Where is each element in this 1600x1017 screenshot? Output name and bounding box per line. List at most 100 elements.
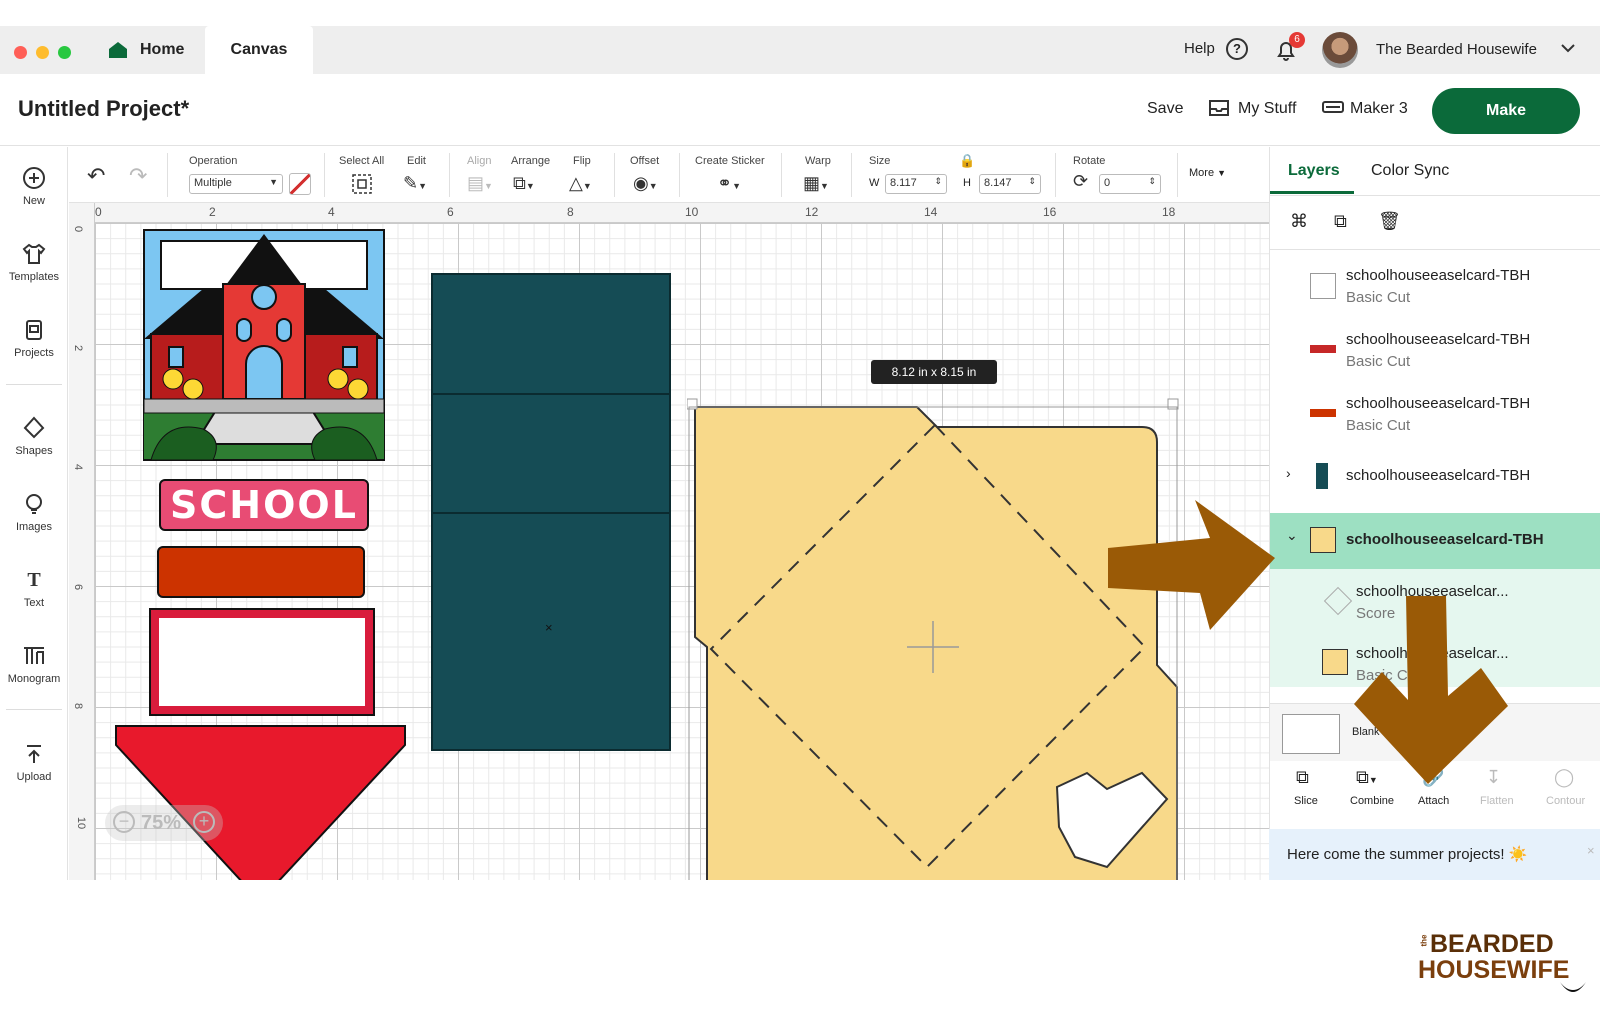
zoom-in-icon[interactable]: +: [193, 811, 215, 833]
plus-circle-icon: [21, 165, 47, 191]
my-stuff-button[interactable]: My Stuff: [1238, 100, 1296, 118]
ruler-tick-label: 6: [447, 205, 454, 219]
tab-layers[interactable]: Layers: [1288, 162, 1340, 180]
layer-operation: Basic Cut: [1346, 289, 1411, 306]
more-button[interactable]: More ▼: [1189, 167, 1226, 179]
close-window-icon[interactable]: [14, 46, 27, 59]
redo-icon[interactable]: ↷: [129, 163, 147, 189]
select-all-label: Select All: [339, 155, 385, 167]
select-all-icon[interactable]: [351, 173, 373, 200]
rotate-input[interactable]: 0 ⇕: [1099, 174, 1161, 194]
design-canvas[interactable]: 0 2 4 6 8 10 12 14 16 18 0 2 4 6 8 10 SC…: [69, 203, 1269, 880]
contour-icon[interactable]: ◯: [1554, 767, 1574, 788]
sidebar-item-images[interactable]: Images: [0, 491, 68, 533]
stepper-icon[interactable]: ⇕: [934, 176, 942, 187]
duplicate-icon[interactable]: ⧉: [1334, 211, 1347, 232]
zoom-out-icon[interactable]: −: [113, 811, 135, 833]
height-input[interactable]: 8.147 ⇕: [979, 174, 1041, 194]
projects-icon: [21, 317, 47, 343]
zoom-level: 75%: [141, 812, 182, 834]
tab-canvas[interactable]: Canvas: [205, 26, 313, 74]
combine-button[interactable]: Combine: [1350, 795, 1394, 807]
attach-button[interactable]: Attach: [1418, 795, 1449, 807]
layer-name: schoolhouseeaselcard-TBH: [1346, 467, 1531, 484]
avatar[interactable]: [1322, 32, 1358, 68]
layer-thumbnail: [1310, 409, 1336, 417]
align-icon[interactable]: ▤▼: [467, 173, 493, 194]
sidebar-item-upload[interactable]: Upload: [0, 741, 68, 783]
width-input[interactable]: 8.117 ⇕: [885, 174, 947, 194]
teal-card-base[interactable]: ×: [431, 273, 671, 751]
zoom-control[interactable]: − 75% +: [105, 805, 223, 841]
sticker-icon[interactable]: ⚭▼: [717, 173, 741, 194]
pencil-icon[interactable]: ✎▼: [403, 173, 427, 194]
tab-home[interactable]: Home: [108, 26, 184, 74]
undo-icon[interactable]: ↶: [87, 163, 105, 189]
close-icon[interactable]: ×: [1587, 843, 1595, 858]
sidebar-item-new[interactable]: New: [0, 165, 68, 207]
orange-banner-shape[interactable]: [157, 546, 365, 598]
layer-item[interactable]: schoolhouseeaselcard-TBH Basic Cut: [1270, 385, 1600, 449]
sidebar-item-shapes[interactable]: Shapes: [0, 415, 68, 457]
layer-operation: Basic Cut: [1346, 417, 1411, 434]
width-value: 8.117: [890, 177, 917, 189]
stepper-icon[interactable]: ⇕: [1028, 176, 1036, 187]
offset-icon[interactable]: ◉▼: [633, 173, 658, 194]
schoolhouse-image[interactable]: [143, 229, 385, 461]
warp-icon[interactable]: ▦▼: [803, 173, 829, 194]
lock-icon[interactable]: 🔒: [959, 153, 975, 169]
layer-item[interactable]: schoolhouseeaselcard-TBH Basic Cut: [1270, 321, 1600, 385]
help-icon[interactable]: ?: [1226, 38, 1248, 60]
machine-select[interactable]: Maker 3: [1350, 100, 1408, 118]
ruler-top: 0 2 4 6 8 10 12 14 16 18: [69, 203, 1269, 223]
layer-item[interactable]: schoolhouseeaselcard-TBH Basic Cut: [1270, 257, 1600, 321]
sidebar-item-projects[interactable]: Projects: [0, 317, 68, 359]
sidebar-item-text[interactable]: T Text: [0, 567, 68, 609]
minimize-window-icon[interactable]: [36, 46, 49, 59]
layer-group-selected[interactable]: ⌄ schoolhouseeaselcard-TBH: [1270, 513, 1600, 569]
sidebar-item-label: New: [22, 195, 45, 207]
left-sidebar: New Templates Projects Shapes Images T T…: [0, 147, 68, 880]
white-label-shape[interactable]: [149, 608, 375, 716]
upload-icon: [21, 741, 47, 767]
user-name[interactable]: The Bearded Housewife: [1376, 41, 1537, 58]
layer-name: schoolhouseeaselcard-TBH: [1346, 395, 1531, 412]
color-swatch[interactable]: [289, 173, 311, 195]
school-sign[interactable]: SCHOOL: [159, 479, 369, 531]
rotate-value: 0: [1104, 177, 1111, 189]
arrange-icon[interactable]: ⧉▼: [513, 173, 535, 194]
chevron-down-icon[interactable]: [1560, 40, 1576, 61]
project-title[interactable]: Untitled Project*: [18, 96, 189, 122]
banner-text: Here come the summer projects! ☀️: [1287, 846, 1528, 863]
trash-icon[interactable]: 🗑: [1378, 211, 1401, 232]
sidebar-item-monogram[interactable]: Monogram: [0, 643, 68, 685]
flip-icon[interactable]: △▼: [569, 173, 592, 194]
sidebar-divider: [6, 384, 62, 385]
operation-select[interactable]: Multiple ▼: [189, 174, 283, 194]
flatten-button[interactable]: Flatten: [1480, 795, 1514, 807]
layer-group[interactable]: › schoolhouseeaselcard-TBH: [1270, 449, 1600, 513]
tab-canvas-label: Canvas: [230, 41, 288, 58]
sidebar-divider: [6, 709, 62, 710]
sidebar-item-label: Text: [23, 597, 45, 609]
layer-name: schoolhouseeaselcard-TBH: [1346, 531, 1544, 548]
save-button[interactable]: Save: [1147, 100, 1183, 118]
slice-icon[interactable]: ⧉: [1296, 767, 1309, 788]
red-pennant-shape[interactable]: [115, 725, 407, 880]
group-icon[interactable]: ⌘: [1290, 211, 1308, 232]
stepper-icon[interactable]: ⇕: [1148, 176, 1156, 187]
sidebar-item-templates[interactable]: Templates: [0, 241, 68, 283]
make-button[interactable]: Make: [1432, 88, 1580, 134]
slice-button[interactable]: Slice: [1294, 795, 1318, 807]
logo-housewife: HOUSEWIFE: [1418, 956, 1570, 984]
rotate-label: Rotate: [1073, 155, 1106, 167]
layer-thumbnail: [1322, 649, 1348, 675]
ruler-tick-label: 0: [72, 225, 85, 233]
ruler-tick-label: 4: [72, 463, 85, 471]
maximize-window-icon[interactable]: [58, 46, 71, 59]
help-link[interactable]: Help: [1184, 40, 1215, 57]
blank-canvas-thumbnail: [1282, 714, 1340, 754]
announcement-banner[interactable]: Here come the summer projects! ☀️ ×: [1269, 829, 1600, 880]
contour-button[interactable]: Contour: [1546, 795, 1585, 807]
tab-color-sync[interactable]: Color Sync: [1371, 162, 1449, 180]
